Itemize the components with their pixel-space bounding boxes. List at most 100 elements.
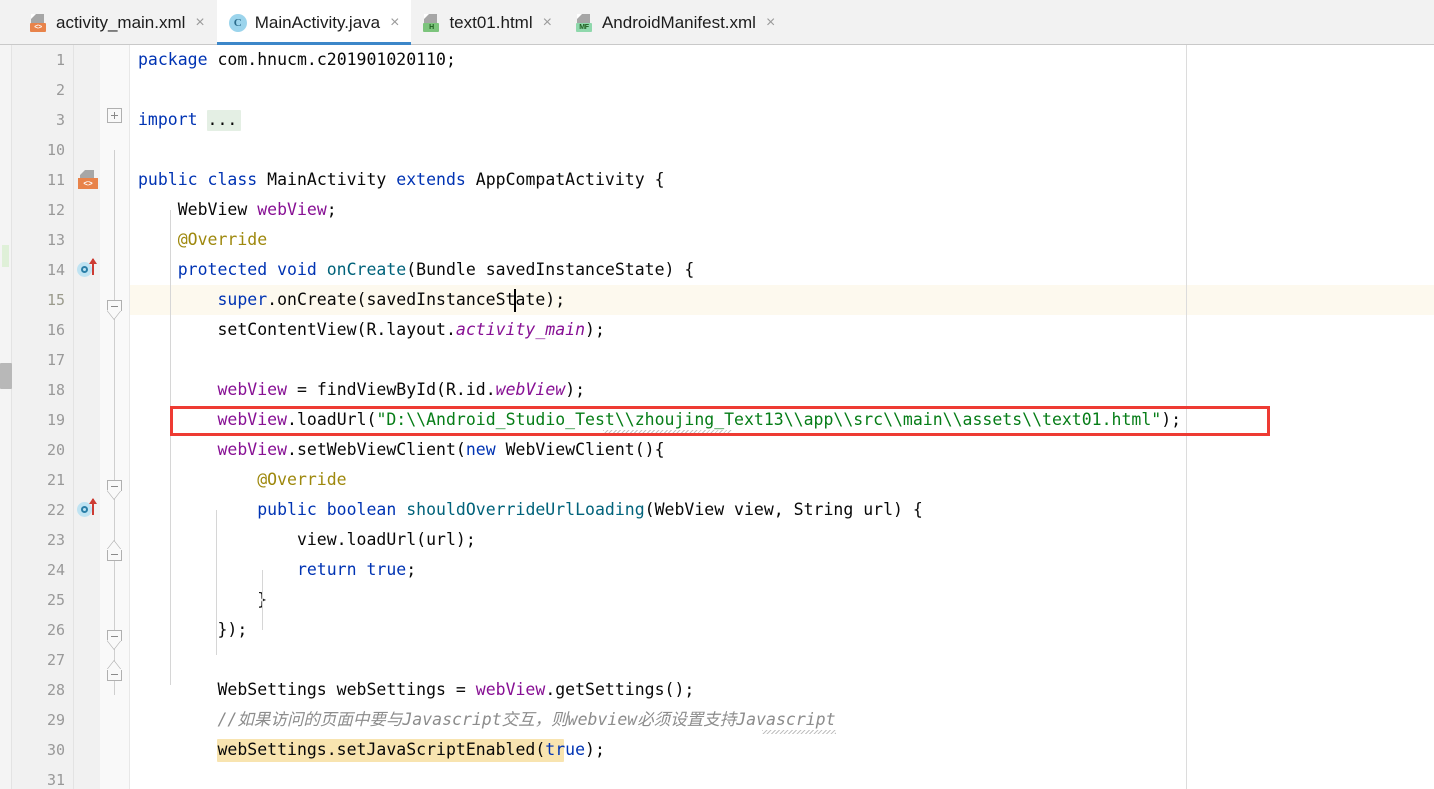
code-token: ... [207, 110, 238, 129]
code-token: webSettings.setJavaScriptEnabled( [138, 740, 546, 759]
close-icon[interactable]: × [193, 14, 206, 31]
line-number-17[interactable]: 17 [11, 345, 65, 375]
code-line-24[interactable]: return true; [130, 555, 1434, 585]
code-line-16[interactable]: setContentView(R.layout.activity_main); [130, 315, 1434, 345]
code-token: MainActivity [267, 170, 397, 189]
fold-toggle-line-25[interactable] [107, 630, 122, 651]
code-line-13[interactable]: @Override [130, 225, 1434, 255]
code-line-14[interactable]: protected void onCreate(Bundle savedInst… [130, 255, 1434, 285]
typo-squiggle [603, 430, 732, 434]
code-line-10[interactable] [130, 135, 1434, 165]
indent-guide [262, 570, 263, 630]
code-line-27[interactable] [130, 645, 1434, 675]
editor-tab-mainactivity-java[interactable]: C MainActivity.java × [216, 0, 412, 45]
fold-toggle-line-26[interactable] [107, 660, 122, 681]
line-number-22[interactable]: 22 [11, 495, 65, 525]
fold-toggle-line-22[interactable] [107, 540, 122, 561]
line-number-14[interactable]: 14 [11, 255, 65, 285]
editor-tab-label: activity_main.xml [56, 12, 186, 32]
line-number-28[interactable]: 28 [11, 675, 65, 705]
line-number-16[interactable]: 16 [11, 315, 65, 345]
line-number-21[interactable]: 21 [11, 465, 65, 495]
editor-tab-androidmanifest-xml[interactable]: MF AndroidManifest.xml × [564, 0, 787, 45]
code-token: import [138, 110, 208, 129]
file-type-badge: MF [575, 22, 592, 32]
code-line-11[interactable]: public class MainActivity extends AppCom… [130, 165, 1434, 195]
code-token: ; [406, 560, 417, 579]
line-number-31[interactable]: 31 [11, 765, 65, 789]
code-surface[interactable]: package com.hnucm.c201901020110; import .… [130, 45, 1434, 789]
code-line-12[interactable]: WebView webView; [130, 195, 1434, 225]
editor-tab-text01-html[interactable]: Htext01.html × [411, 0, 564, 45]
code-token: ); [585, 320, 605, 339]
close-icon[interactable]: × [541, 14, 554, 31]
editor-tab-activity-main-xml[interactable]: <> activity_main.xml × [18, 0, 217, 45]
code-token: ); [1161, 410, 1182, 429]
manifest-file-icon: MF [575, 13, 594, 32]
line-number-15[interactable]: 15 [11, 285, 65, 315]
code-line-25[interactable]: } [130, 585, 1434, 615]
line-number-1[interactable]: 1 [11, 45, 65, 75]
code-line-21[interactable]: @Override [130, 465, 1434, 495]
line-number-25[interactable]: 25 [11, 585, 65, 615]
close-icon[interactable]: × [388, 14, 401, 31]
code-line-22[interactable]: public boolean shouldOverrideUrlLoading(… [130, 495, 1434, 525]
code-token: ); [565, 380, 586, 399]
line-number-2[interactable]: 2 [11, 75, 65, 105]
file-type-badge: H [423, 22, 440, 32]
line-number-12[interactable]: 12 [11, 195, 65, 225]
line-number-27[interactable]: 27 [11, 645, 65, 675]
code-line-15[interactable]: super.onCreate(savedInstanceState); [130, 285, 1434, 315]
line-number-18[interactable]: 18 [11, 375, 65, 405]
code-token: = findViewById(R.id. [287, 380, 496, 399]
code-token: public [138, 170, 208, 189]
code-line-20[interactable]: webView.setWebViewClient(new WebViewClie… [130, 435, 1434, 465]
typo-squiggle [761, 730, 836, 734]
code-token: super [138, 290, 268, 309]
code-token: .getSettings(); [545, 680, 695, 699]
xml-layout-file-icon: <> [30, 13, 48, 32]
code-token: true [545, 740, 586, 759]
vcs-change-marker [2, 245, 9, 267]
code-line-18[interactable]: webView = findViewById(R.id.webView); [130, 375, 1434, 405]
line-number-3[interactable]: 3 [11, 105, 65, 135]
code-line-28[interactable]: WebSettings webSettings = webView.getSet… [130, 675, 1434, 705]
line-number-29[interactable]: 29 [11, 705, 65, 735]
code-line-23[interactable]: view.loadUrl(url); [130, 525, 1434, 555]
fold-toggle-line-20[interactable] [107, 480, 122, 501]
code-line-2[interactable] [130, 75, 1434, 105]
line-number-19[interactable]: 19 [11, 405, 65, 435]
override-arrow-icon [89, 258, 97, 275]
code-line-19[interactable]: webView.loadUrl("D:\\Android_Studio_Test… [130, 405, 1434, 435]
gutter-icon-line-22[interactable] [76, 495, 100, 525]
line-number-30[interactable]: 30 [11, 735, 65, 765]
code-line-17[interactable] [130, 345, 1434, 375]
fold-toggle-line-3[interactable] [107, 108, 122, 123]
line-number-11[interactable]: 11 [11, 165, 65, 195]
code-token: (Bundle savedInstanceState) { [406, 260, 695, 279]
line-number-24[interactable]: 24 [11, 555, 65, 585]
line-number-23[interactable]: 23 [11, 525, 65, 555]
indent-guide [170, 210, 171, 685]
code-token: ); [585, 740, 605, 759]
line-number-13[interactable]: 13 [11, 225, 65, 255]
code-token: "D:\\Android_Studio_Test\\zhoujing_Text1… [376, 410, 1162, 429]
line-number-10[interactable]: 10 [11, 135, 65, 165]
code-line-3[interactable]: import ... [130, 105, 1434, 135]
code-token: webView [475, 680, 546, 699]
gutter-icon-line-11[interactable]: <> [76, 165, 100, 195]
code-line-26[interactable]: }); [130, 615, 1434, 645]
editor-tab-bar: <> activity_main.xml × C MainActivity.java × H… [0, 0, 1434, 45]
code-token: package [138, 50, 218, 69]
close-icon[interactable]: × [764, 14, 777, 31]
line-number-26[interactable]: 26 [11, 615, 65, 645]
code-line-30[interactable]: webSettings.setJavaScriptEnabled(true); [130, 735, 1434, 765]
code-line-1[interactable]: package com.hnucm.c201901020110; [130, 45, 1434, 75]
fold-toggle-line-14[interactable] [107, 300, 122, 321]
code-line-31[interactable] [130, 765, 1434, 789]
gutter-icon-line-14[interactable] [76, 255, 100, 285]
code-token: webView [217, 410, 288, 429]
line-number-20[interactable]: 20 [11, 435, 65, 465]
